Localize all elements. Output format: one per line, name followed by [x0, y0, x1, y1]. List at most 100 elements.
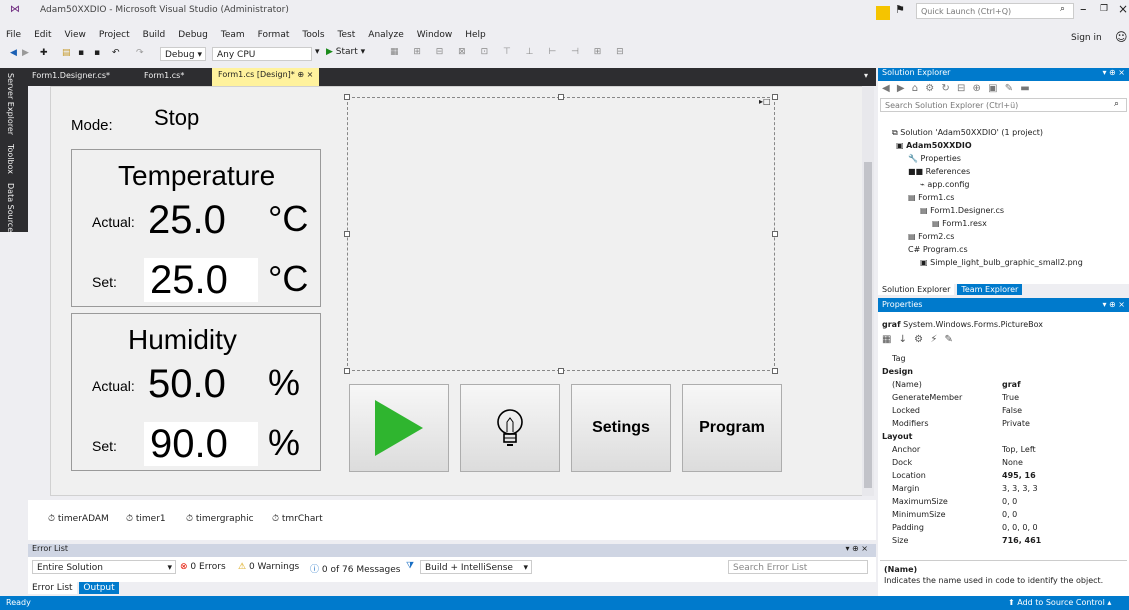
tray-item-timer-adam[interactable]: ⏱ timerADAM [48, 514, 109, 524]
graf-picturebox[interactable] [347, 97, 775, 371]
sign-in-link[interactable]: Sign in [1071, 33, 1102, 43]
menu-analyze[interactable]: Analyze [368, 30, 403, 40]
menu-tools[interactable]: Tools [302, 30, 324, 40]
minimize-button[interactable]: – [1080, 2, 1087, 17]
search-error-list-input[interactable]: Search Error List [728, 560, 868, 574]
layout-tools-icon[interactable]: ▦ ⊞ ⊟ ⊠ ⊡ ⊤ ⊥ ⊢ ⊣ ⊞ ⊟ [390, 47, 630, 57]
menu-format[interactable]: Format [258, 30, 290, 40]
menu-window[interactable]: Window [417, 30, 453, 40]
filter-icon[interactable]: ⧩ [406, 561, 414, 571]
property-row[interactable]: Padding 0, 0, 0, 0 [878, 523, 1118, 534]
back-icon[interactable]: ◀ [10, 48, 17, 58]
tray-item-timer1[interactable]: ⏱ timer1 [126, 514, 166, 524]
form-window[interactable]: Mode: Stop Temperature Actual: 25.0 °C S… [50, 86, 864, 496]
program-button[interactable]: Program [682, 384, 782, 472]
property-row[interactable]: Modifiers Private [878, 419, 1118, 430]
resize-handle[interactable] [558, 94, 564, 100]
forward-icon[interactable]: ▶ [22, 48, 29, 58]
feedback-icon[interactable]: ⚑ [895, 3, 913, 21]
project-item[interactable]: ▣ Adam50XXDIO [896, 141, 972, 150]
object-selector[interactable]: graf System.Windows.Forms.PictureBox [882, 320, 1043, 329]
errors-filter-button[interactable]: ⊗ 0 Errors [180, 562, 226, 572]
platform-select[interactable]: Any CPU [212, 47, 312, 61]
property-category[interactable]: Layout [878, 432, 1118, 443]
menu-debug[interactable]: Debug [178, 30, 208, 40]
property-row[interactable]: Location 495, 16 [878, 471, 1118, 482]
quick-launch-input[interactable]: Quick Launch (Ctrl+Q) [916, 3, 1074, 19]
properties-toolbar[interactable]: ▦ ↓ ⚙ ⚡ ✎ [882, 334, 955, 345]
menu-project[interactable]: Project [99, 30, 130, 40]
menu-view[interactable]: View [65, 30, 86, 40]
tab-overflow-icon[interactable]: ▾ [864, 71, 868, 80]
solution-item[interactable]: ⧉ Solution 'Adam50XXDIO' (1 project) [892, 128, 1043, 138]
property-row[interactable]: Margin 3, 3, 3, 3 [878, 484, 1118, 495]
form2-cs-item[interactable]: ▤ Form2.cs [908, 232, 954, 241]
close-button[interactable]: × [1118, 2, 1128, 16]
property-row[interactable]: Anchor Top, Left [878, 445, 1118, 456]
resize-handle[interactable] [772, 368, 778, 374]
menu-edit[interactable]: Edit [34, 30, 51, 40]
temp-set-input[interactable]: 25.0 [144, 258, 258, 302]
tray-item-tmrchart[interactable]: ⏱ tmrChart [272, 514, 323, 524]
property-row[interactable]: Tag [878, 354, 1118, 365]
property-category[interactable]: Design [878, 367, 1118, 378]
new-project-icon[interactable]: ✚ [40, 48, 48, 58]
save-icon[interactable]: ▪ [78, 48, 84, 58]
light-bulb-button[interactable] [460, 384, 560, 472]
settings-button[interactable]: Setings [571, 384, 671, 472]
tab-form1-cs[interactable]: Form1.cs* [144, 71, 184, 80]
light-bulb-png-item[interactable]: ▣ Simple_light_bulb_graphic_small2.png [920, 258, 1083, 267]
tab-data-sources[interactable]: Data Sources [0, 178, 15, 240]
tab-team-explorer[interactable]: Team Explorer [957, 284, 1023, 295]
references-item[interactable]: ■■ References [908, 167, 970, 176]
tab-form1-designer-cs[interactable]: Form1.Designer.cs* [32, 71, 110, 80]
start-form-button[interactable] [349, 384, 449, 472]
program-cs-item[interactable]: C# Program.cs [908, 245, 968, 254]
tab-form1-design[interactable]: Form1.cs [Design]* ⊕ × [212, 68, 320, 86]
property-row[interactable]: Dock None [878, 458, 1118, 469]
panel-controls-icon[interactable]: ▾ ⊕ × [1102, 300, 1125, 309]
notification-icon[interactable] [876, 6, 890, 20]
menu-build[interactable]: Build [143, 30, 166, 40]
resize-handle[interactable] [558, 368, 564, 374]
undo-icon[interactable]: ↶ [112, 48, 120, 58]
warnings-filter-button[interactable]: ⚠ 0 Warnings [238, 562, 299, 572]
property-row[interactable]: GenerateMember True [878, 393, 1118, 404]
tab-output[interactable]: Output [79, 582, 119, 594]
restore-button[interactable]: ❐ [1100, 4, 1108, 14]
menu-team[interactable]: Team [221, 30, 245, 40]
resize-handle[interactable] [344, 368, 350, 374]
resize-handle[interactable] [344, 94, 350, 100]
property-row[interactable]: MinimumSize 0, 0 [878, 510, 1118, 521]
form1-cs-item[interactable]: ▤ Form1.cs [908, 193, 954, 202]
messages-filter-button[interactable]: ⓘ 0 of 76 Messages [310, 562, 400, 575]
panel-controls-icon[interactable]: ▾ ⊕ × [1102, 68, 1125, 77]
redo-icon[interactable]: ↷ [136, 48, 144, 58]
form1-designer-cs-item[interactable]: ▤ Form1.Designer.cs [920, 206, 1004, 215]
resize-handle[interactable] [344, 231, 350, 237]
hum-set-input[interactable]: 90.0 [144, 422, 258, 466]
menu-file[interactable]: File [6, 30, 21, 40]
close-tab-icon[interactable]: × [307, 70, 314, 79]
resize-handle[interactable] [772, 231, 778, 237]
tab-solution-explorer[interactable]: Solution Explorer [878, 284, 955, 295]
source-control-button[interactable]: ⬆ Add to Source Control ▴ [1008, 598, 1111, 607]
resize-handle[interactable] [772, 94, 778, 100]
app-config-item[interactable]: ⌁ app.config [920, 180, 969, 189]
build-filter-select[interactable]: Build + IntelliSense ▾ [420, 560, 532, 574]
tab-error-list[interactable]: Error List [28, 582, 77, 594]
panel-controls-icon[interactable]: ▾ ⊕ × [845, 544, 868, 553]
property-row[interactable]: (Name) graf [878, 380, 1118, 391]
tab-server-explorer[interactable]: Server Explorer [0, 68, 15, 139]
config-select[interactable]: Debug ▾ [160, 47, 206, 61]
open-icon[interactable]: ▤ [62, 48, 71, 58]
solution-explorer-toolbar[interactable]: ◀ ▶ ⌂ ⚙ ↻ ⊟ ⊕ ▣ ✎ ▬ [882, 83, 1032, 94]
account-icon[interactable]: ☺ [1115, 30, 1128, 44]
pin-icon[interactable]: ⊕ [297, 70, 304, 79]
properties-item[interactable]: 🔧 Properties [908, 154, 961, 163]
scope-select[interactable]: Entire Solution ▾ [32, 560, 176, 574]
search-solution-explorer-input[interactable]: Search Solution Explorer (Ctrl+ü) [880, 98, 1127, 112]
menu-help[interactable]: Help [465, 30, 486, 40]
designer-vertical-scrollbar[interactable] [862, 86, 874, 496]
tray-item-timergraphic[interactable]: ⏱ timergraphic [186, 514, 254, 524]
